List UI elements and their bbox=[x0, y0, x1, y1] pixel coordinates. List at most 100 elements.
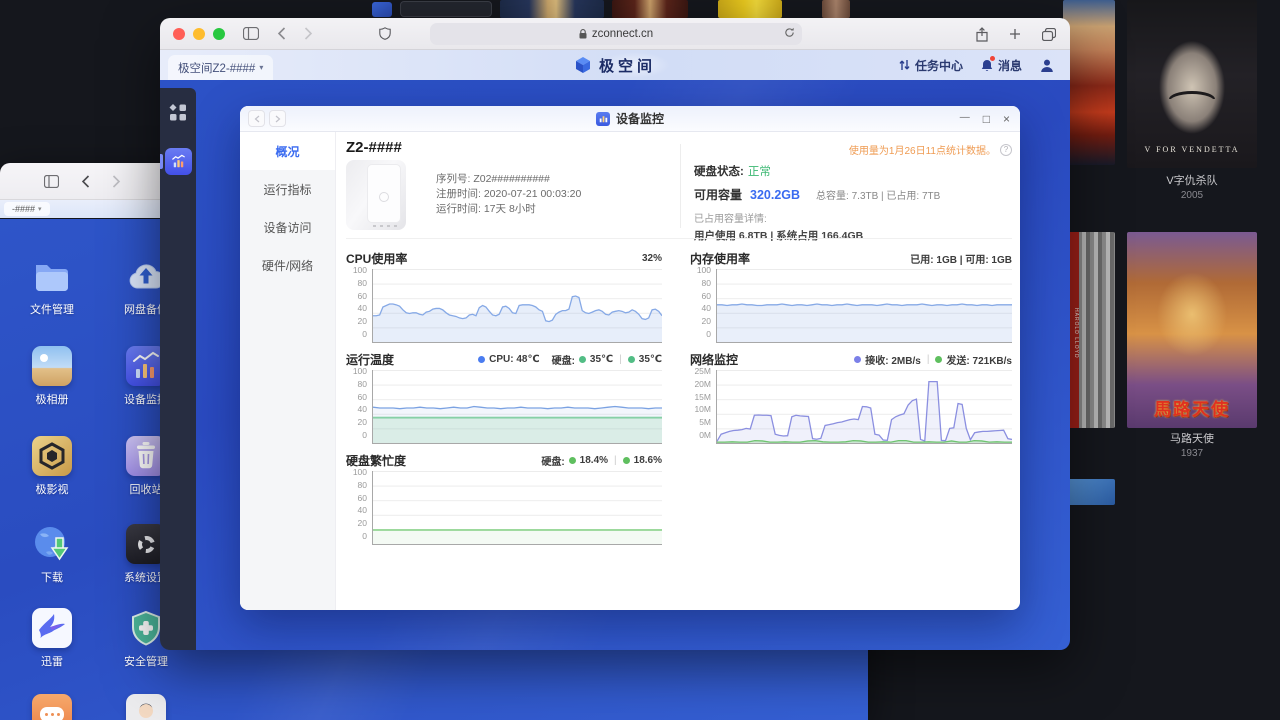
zoom-window-button[interactable] bbox=[213, 28, 225, 40]
chart-title: 运行温度 bbox=[346, 351, 394, 368]
plot-area bbox=[716, 370, 1012, 444]
device-tab[interactable]: 极空间Z2-#### ▾ bbox=[168, 55, 273, 80]
usage-detail-label: 已占用容量详情: bbox=[694, 210, 1012, 225]
icon-label: 迅雷 bbox=[41, 653, 63, 669]
sidebar-icon[interactable] bbox=[243, 27, 259, 40]
usage-detail-value: 用户使用 6.8TB | 系统占用 166.4GB bbox=[694, 228, 1012, 243]
nav-item-access[interactable]: 设备访问 bbox=[240, 208, 335, 246]
memory-usage-chart: 内存使用率已用: 1GB | 可用: 1GB 100806040200 bbox=[690, 250, 1012, 343]
zspace-logo-text: 极空间 bbox=[599, 55, 656, 76]
plot-area bbox=[372, 471, 662, 545]
divider bbox=[680, 144, 681, 228]
app-dock bbox=[160, 88, 196, 650]
zspace-logo: 极空间 bbox=[574, 50, 656, 80]
desktop-icon-file-manager[interactable]: 文件管理 bbox=[8, 256, 96, 317]
chart-legend: 硬盘:18.4%|18.6% bbox=[541, 453, 662, 468]
browser-tab[interactable]: -#### ▾ bbox=[4, 202, 50, 216]
back-icon[interactable] bbox=[81, 175, 90, 188]
browser-titlebar: zconnect.cn bbox=[160, 18, 1070, 50]
movies-app-icon bbox=[32, 436, 72, 476]
task-center-button[interactable]: 任务中心 bbox=[899, 57, 963, 74]
modal-titlebar: 设备监控 — □ × bbox=[240, 106, 1020, 132]
storage-summary: 使用量为1月26日11点统计数据。 ? 硬盘状态:正常 可用容量320.2GB总… bbox=[694, 142, 1012, 243]
y-axis-labels: 100806040200 bbox=[690, 265, 716, 339]
poster-thumb-1[interactable] bbox=[500, 0, 604, 18]
modal-back-button[interactable] bbox=[248, 110, 265, 127]
minimize-icon[interactable]: — bbox=[960, 113, 970, 125]
sidebar-icon[interactable] bbox=[44, 175, 59, 188]
maximize-icon[interactable]: □ bbox=[983, 113, 990, 125]
y-axis-labels: 100806040200 bbox=[346, 265, 372, 339]
icon-label: 极相册 bbox=[36, 391, 69, 407]
chart-title: CPU使用率 bbox=[346, 250, 407, 267]
available-capacity-link[interactable]: 320.2GB bbox=[750, 188, 800, 202]
front-browser-window: zconnect.cn 极空间Z2-#### ▾ 极空间 任务中心 bbox=[160, 18, 1070, 650]
icon-label: 安全管理 bbox=[124, 653, 168, 669]
temperature-chart: 运行温度CPU: 48℃硬盘:35℃|35℃ 100806040200 bbox=[346, 351, 662, 444]
nav-item-metrics[interactable]: 运行指标 bbox=[240, 170, 335, 208]
poster-harold-lloyd[interactable]: HAROLD LLOYD bbox=[1066, 232, 1115, 428]
modal-forward-button[interactable] bbox=[269, 110, 286, 127]
desktop-icon-photos[interactable]: 极相册 bbox=[8, 346, 96, 407]
y-axis-labels: 100806040200 bbox=[346, 467, 372, 541]
poster-v-for-vendetta[interactable]: V FOR VENDETTA bbox=[1127, 0, 1257, 168]
chevron-down-icon: ▾ bbox=[38, 205, 42, 213]
close-window-button[interactable] bbox=[173, 28, 185, 40]
poster-thumb-5[interactable] bbox=[1066, 479, 1115, 505]
chart-legend: 32% bbox=[642, 253, 662, 264]
device-monitor-icon bbox=[596, 112, 610, 126]
icon-label: 文件管理 bbox=[30, 301, 74, 317]
nav-item-hardware[interactable]: 硬件/网络 bbox=[240, 246, 335, 284]
modal-body: 概况 运行指标 设备访问 硬件/网络 Z2-#### 序列号: Z02#####… bbox=[240, 132, 1020, 610]
forward-icon[interactable] bbox=[304, 27, 313, 40]
icon-label: 极影视 bbox=[36, 481, 69, 497]
close-icon[interactable]: × bbox=[1003, 113, 1010, 125]
poster-art-text: V FOR VENDETTA bbox=[1127, 145, 1257, 154]
folder-icon bbox=[32, 256, 72, 296]
minimize-window-button[interactable] bbox=[193, 28, 205, 40]
zspace-logo-icon bbox=[574, 56, 592, 74]
desktop-icon-message-board[interactable] bbox=[8, 694, 96, 720]
back-icon[interactable] bbox=[277, 27, 286, 40]
uptime-row: 运行时间: 17天 8小时 bbox=[436, 202, 581, 217]
cpu-usage-chart: CPU使用率 32% 100806040200 bbox=[346, 250, 662, 343]
desktop-icon-thunder[interactable]: 迅雷 bbox=[8, 608, 96, 669]
device-monitor-modal: 设备监控 — □ × 概况 运行指标 设备访问 硬件/网络 bbox=[240, 106, 1020, 610]
help-icon[interactable]: ? bbox=[1000, 144, 1012, 156]
window-controls: — □ × bbox=[960, 113, 1010, 125]
device-name: Z2-#### bbox=[346, 139, 402, 156]
notification-dot bbox=[990, 56, 995, 61]
desktop-icon-movies[interactable]: 极影视 bbox=[8, 436, 96, 497]
task-center-label: 任务中心 bbox=[915, 57, 963, 74]
desktop-icon-family[interactable] bbox=[102, 694, 190, 720]
reload-icon[interactable] bbox=[784, 27, 795, 38]
url-bar[interactable]: zconnect.cn bbox=[430, 23, 802, 45]
poster-thumb-3[interactable] bbox=[718, 0, 782, 18]
chart-title: 网络监控 bbox=[690, 351, 738, 368]
desktop-icon-download[interactable]: 下载 bbox=[8, 524, 96, 585]
plot-area bbox=[372, 269, 662, 343]
modal-title-group: 设备监控 bbox=[596, 110, 664, 127]
poster-thumb-2[interactable] bbox=[612, 0, 688, 18]
photo-album-icon bbox=[32, 346, 72, 386]
content-blocker-shield-icon[interactable] bbox=[379, 27, 391, 40]
poster-thumb-4[interactable] bbox=[822, 0, 850, 18]
share-icon[interactable] bbox=[976, 27, 988, 42]
lock-icon bbox=[579, 29, 587, 39]
user-icon[interactable] bbox=[1040, 59, 1054, 72]
capacity-row: 可用容量320.2GB总容量: 7.3TB | 已占用: 7TB bbox=[694, 186, 1012, 203]
movie-search-box[interactable] bbox=[400, 1, 492, 17]
forward-icon[interactable] bbox=[112, 175, 121, 188]
device-monitor-dock-icon[interactable] bbox=[165, 148, 192, 175]
icon-label: 回收站 bbox=[130, 481, 163, 497]
thunder-bird-icon bbox=[32, 608, 72, 648]
chevron-down-icon: ▾ bbox=[259, 63, 263, 72]
nav-item-overview[interactable]: 概况 bbox=[240, 132, 335, 170]
zspace-header: 极空间Z2-#### ▾ 极空间 任务中心 消息 bbox=[160, 50, 1070, 80]
tab-overview-icon[interactable] bbox=[1042, 28, 1056, 41]
launcher-grid-icon[interactable] bbox=[170, 104, 187, 121]
messages-button[interactable]: 消息 bbox=[981, 57, 1022, 74]
poster-racing[interactable] bbox=[1063, 0, 1115, 165]
new-tab-icon[interactable] bbox=[1009, 28, 1021, 40]
poster-street-angel[interactable]: 馬路天使 bbox=[1127, 232, 1257, 428]
